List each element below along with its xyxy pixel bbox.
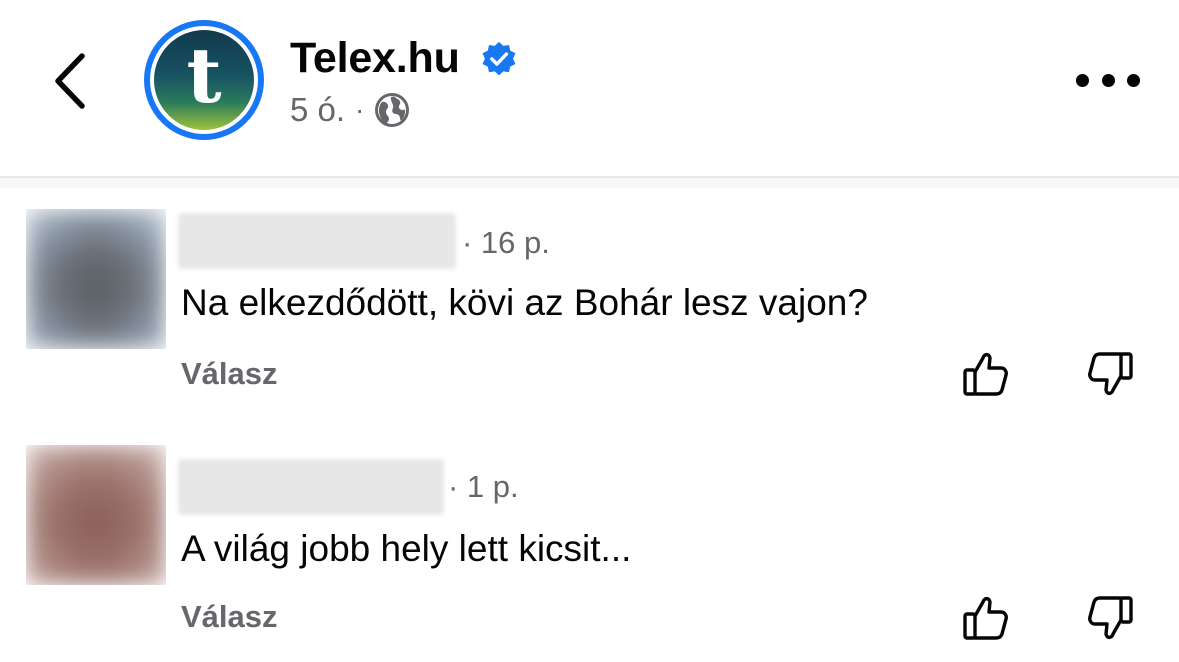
dislike-button[interactable]: [1083, 348, 1135, 400]
dislike-button[interactable]: [1083, 592, 1135, 644]
logo-letter: t: [186, 31, 222, 120]
thumbs-down-icon: [1088, 352, 1133, 396]
commenter-name-redacted[interactable]: [178, 213, 456, 269]
reply-button[interactable]: Válasz: [181, 354, 278, 394]
commenter-avatar[interactable]: [26, 209, 166, 349]
commenter-avatar[interactable]: [26, 445, 166, 585]
globe-icon: [375, 93, 410, 127]
comment-time[interactable]: · 1 p.: [448, 467, 519, 507]
reply-button[interactable]: Válasz: [181, 597, 278, 637]
more-options-button[interactable]: [1076, 66, 1140, 94]
post-time[interactable]: 5 ó.: [290, 90, 345, 130]
comment-text: A világ jobb hely lett kicsit...: [181, 528, 632, 569]
thumbs-up-icon: [963, 352, 1008, 396]
like-button[interactable]: [961, 592, 1013, 644]
verified-badge-icon: [482, 41, 516, 76]
chevron-left-icon: [55, 53, 85, 109]
like-button[interactable]: [961, 348, 1013, 400]
commenter-name-redacted[interactable]: [178, 459, 444, 515]
telex-logo: t: [154, 30, 254, 130]
thumbs-up-icon: [963, 596, 1008, 640]
post-header: t Telex.hu 5 ó. ·: [0, 0, 1179, 176]
back-button[interactable]: [46, 48, 96, 114]
thumbs-down-icon: [1088, 596, 1133, 640]
comment-text: Na elkezdődött, kövi az Bohár lesz vajon…: [181, 282, 868, 323]
comment-time[interactable]: · 16 p.: [462, 223, 550, 263]
header-shadow: [0, 178, 1179, 188]
more-horizontal-icon: [1076, 73, 1089, 87]
page-name[interactable]: Telex.hu: [290, 34, 460, 82]
post-meta: 5 ó. ·: [290, 90, 410, 130]
page-avatar[interactable]: t: [144, 20, 264, 140]
meta-separator: ·: [355, 94, 365, 125]
